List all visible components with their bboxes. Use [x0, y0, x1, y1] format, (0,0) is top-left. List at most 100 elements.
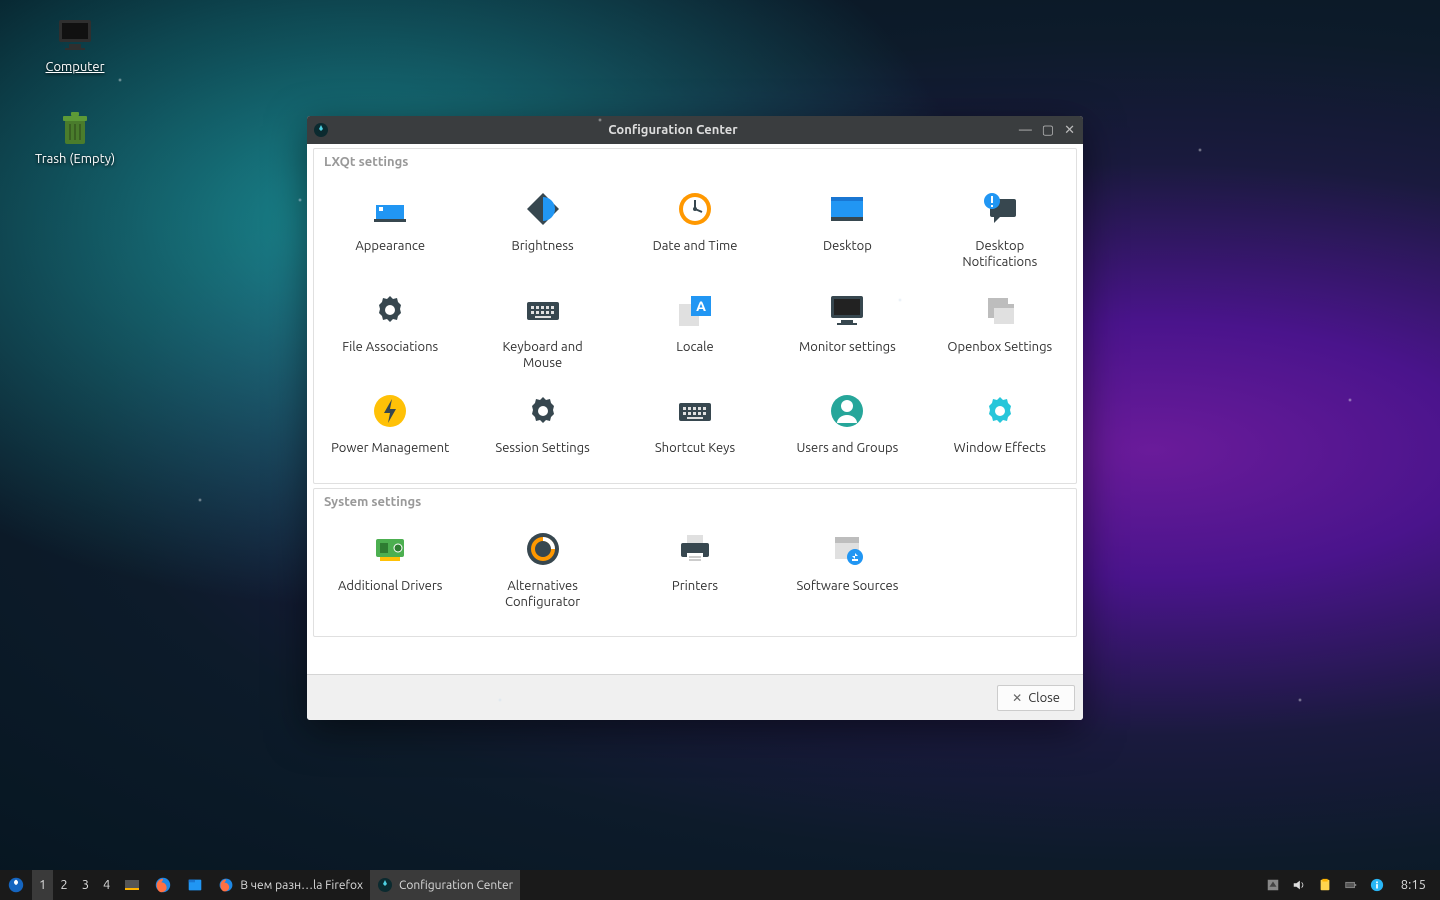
item-label: Desktop Notifications: [962, 239, 1037, 270]
clock-icon: [675, 189, 715, 229]
printer-icon: [675, 529, 715, 569]
svg-text:A: A: [696, 298, 706, 314]
item-label: Desktop: [823, 239, 872, 255]
window-footer: ✕ Close: [307, 674, 1083, 720]
item-appearance[interactable]: Appearance: [314, 179, 466, 280]
workspace-3[interactable]: 3: [75, 870, 96, 900]
desktop-icon: [827, 189, 867, 229]
alternatives-icon: [523, 529, 563, 569]
desktop-icon-label: Computer: [46, 60, 105, 74]
task-firefox[interactable]: В чем разн…la Firefox: [211, 870, 370, 900]
maximize-button[interactable]: ▢: [1042, 123, 1054, 138]
users-icon: [827, 391, 867, 431]
task-label: Configuration Center: [399, 879, 513, 892]
tray-info-icon[interactable]: [1365, 870, 1389, 900]
item-fileassoc[interactable]: File Associations: [314, 280, 466, 381]
section-title: LXQt settings: [314, 149, 1076, 175]
power-icon: [370, 391, 410, 431]
item-label: Keyboard and Mouse: [502, 340, 582, 371]
desktop-icon-label: Trash (Empty): [35, 152, 115, 166]
item-label: Shortcut Keys: [655, 441, 735, 457]
tray-battery-icon[interactable]: [1339, 870, 1363, 900]
item-label: Appearance: [355, 239, 425, 255]
section-system: System settings Additional Drivers Alter…: [313, 488, 1077, 637]
item-label: Locale: [676, 340, 714, 356]
notifications-icon: [980, 189, 1020, 229]
item-notifications[interactable]: Desktop Notifications: [924, 179, 1076, 280]
keyboard-icon: [675, 391, 715, 431]
item-openbox[interactable]: Openbox Settings: [924, 280, 1076, 381]
appearance-icon: [370, 189, 410, 229]
item-label: Power Management: [331, 441, 449, 457]
window-body: LXQt settings Appearance Brightness Date…: [307, 144, 1083, 674]
window-title: Configuration Center: [335, 123, 1011, 137]
close-button[interactable]: ✕ Close: [997, 685, 1075, 711]
minimize-button[interactable]: —: [1019, 123, 1032, 138]
software-icon: [827, 529, 867, 569]
gear-icon: [523, 391, 563, 431]
item-datetime[interactable]: Date and Time: [619, 179, 771, 280]
close-window-button[interactable]: ✕: [1064, 123, 1075, 138]
item-label: File Associations: [342, 340, 438, 356]
item-label: Date and Time: [653, 239, 738, 255]
close-icon: ✕: [1012, 691, 1022, 705]
close-label: Close: [1028, 691, 1060, 705]
item-desktop[interactable]: Desktop: [771, 179, 923, 280]
desktop-icon-trash[interactable]: Trash (Empty): [20, 108, 130, 166]
workspace-4[interactable]: 4: [96, 870, 117, 900]
item-alternatives[interactable]: Alternatives Configurator: [466, 519, 618, 620]
item-printers[interactable]: Printers: [619, 519, 771, 620]
task-config-center[interactable]: Configuration Center: [370, 870, 520, 900]
gear-icon: [370, 290, 410, 330]
monitor-icon: [55, 16, 95, 56]
trash-icon: [55, 108, 95, 148]
app-icon: [313, 122, 329, 138]
show-desktop-button[interactable]: [117, 870, 147, 900]
workspace-2[interactable]: 2: [53, 870, 74, 900]
drivers-icon: [370, 529, 410, 569]
item-drivers[interactable]: Additional Drivers: [314, 519, 466, 620]
launcher-files[interactable]: [179, 870, 211, 900]
tray-volume-icon[interactable]: [1287, 870, 1311, 900]
section-lxqt: LXQt settings Appearance Brightness Date…: [313, 148, 1077, 484]
locale-icon: A: [675, 290, 715, 330]
effects-icon: [980, 391, 1020, 431]
item-locale[interactable]: A Locale: [619, 280, 771, 381]
item-label: Users and Groups: [797, 441, 899, 457]
item-users[interactable]: Users and Groups: [771, 381, 923, 467]
task-label: В чем разн…la Firefox: [240, 879, 363, 892]
tray-updates-icon[interactable]: [1261, 870, 1285, 900]
item-brightness[interactable]: Brightness: [466, 179, 618, 280]
window-titlebar[interactable]: Configuration Center — ▢ ✕: [307, 116, 1083, 144]
system-tray: 8:15: [1261, 870, 1440, 900]
item-effects[interactable]: Window Effects: [924, 381, 1076, 467]
openbox-icon: [980, 290, 1020, 330]
tray-clipboard-icon[interactable]: [1313, 870, 1337, 900]
workspace-1[interactable]: 1: [32, 870, 53, 900]
brightness-icon: [523, 189, 563, 229]
configuration-center-window: Configuration Center — ▢ ✕ LXQt settings…: [307, 116, 1083, 720]
item-label: Brightness: [511, 239, 573, 255]
item-shortcuts[interactable]: Shortcut Keys: [619, 381, 771, 467]
taskbar: 1 2 3 4 В чем разн…la Firefox Configurat…: [0, 870, 1440, 900]
item-software[interactable]: Software Sources: [771, 519, 923, 620]
item-label: Alternatives Configurator: [505, 579, 580, 610]
item-kbmouse[interactable]: Keyboard and Mouse: [466, 280, 618, 381]
item-power[interactable]: Power Management: [314, 381, 466, 467]
item-label: Monitor settings: [799, 340, 896, 356]
item-label: Window Effects: [954, 441, 1046, 457]
clock[interactable]: 8:15: [1391, 878, 1436, 892]
item-label: Additional Drivers: [338, 579, 442, 595]
item-label: Session Settings: [495, 441, 589, 457]
item-label: Printers: [672, 579, 718, 595]
item-label: Openbox Settings: [947, 340, 1052, 356]
section-title: System settings: [314, 489, 1076, 515]
item-session[interactable]: Session Settings: [466, 381, 618, 467]
item-label: Software Sources: [796, 579, 898, 595]
launcher-firefox[interactable]: [147, 870, 179, 900]
keyboard-icon: [523, 290, 563, 330]
item-monitor[interactable]: Monitor settings: [771, 280, 923, 381]
start-menu-button[interactable]: [0, 870, 32, 900]
monitor-icon: [827, 290, 867, 330]
desktop-icon-computer[interactable]: Computer: [20, 16, 130, 74]
